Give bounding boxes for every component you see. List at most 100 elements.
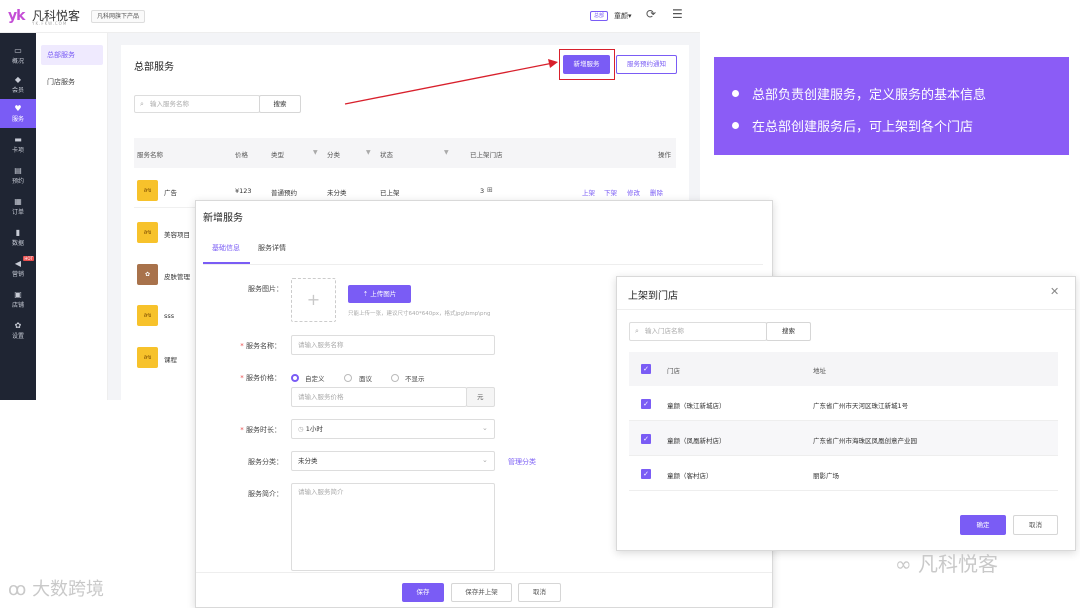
duration-select[interactable]: ◷ 1小时	[291, 419, 495, 439]
col-header-store: 门店	[667, 367, 680, 375]
service-name-input[interactable]: 请输入服务名称	[291, 335, 495, 355]
service-name: 皮肤管理	[164, 273, 190, 281]
store-name: 童颜（客村店）	[667, 472, 713, 480]
tabs-divider	[203, 264, 763, 265]
info-line: 总部负责创建服务，定义服务的基本信息	[732, 84, 986, 103]
table-header	[134, 138, 676, 168]
nav-item-members[interactable]: ◆ 会员	[0, 70, 36, 99]
tab-basic-info[interactable]: 基础信息	[212, 243, 240, 253]
col-header-price: 价格	[235, 151, 248, 159]
close-icon[interactable]: ✕	[1050, 285, 1059, 298]
plus-icon: +	[306, 290, 321, 309]
nav-item-settings[interactable]: ✿ 设置	[0, 316, 36, 345]
price-label: * 服务价格：	[201, 373, 281, 383]
service-price-input[interactable]: 请输入服务价格	[291, 387, 467, 407]
col-header-name: 服务名称	[137, 151, 163, 159]
hot-badge: HOT	[23, 256, 34, 261]
nav-item-data[interactable]: ▮ 数据	[0, 223, 36, 252]
price-unit: 元	[466, 387, 495, 407]
nav-label: 会员	[11, 87, 24, 94]
store-selector[interactable]: 凡科网旗下产品	[91, 10, 146, 23]
manage-category-link[interactable]: 管理分类	[508, 457, 536, 467]
nav-item-marketing[interactable]: HOT ◀ 营销	[0, 254, 36, 283]
nav-label: 店铺	[11, 302, 24, 309]
category-label: 服务分类：	[248, 458, 283, 466]
service-status: 已上架	[380, 189, 400, 197]
user-name: 童颜	[614, 12, 628, 20]
subnav-item-store-services[interactable]: 门店服务	[41, 72, 103, 92]
delete-link[interactable]: 删除	[650, 187, 663, 197]
left-nav: ▭ 概况 ◆ 会员 ♥ 服务 ▬ 卡项 ▤ 预约 ▦ 订单 ▮ 数据 HOT ◀ 营销 ▣ 店铺 ✿…	[0, 33, 36, 400]
bullet-icon	[732, 90, 739, 97]
service-thumbnail: ลข	[137, 180, 158, 201]
service-name: 课程	[164, 356, 177, 364]
nav-item-shop[interactable]: ▣ 店铺	[0, 285, 36, 314]
nav-label: 设置	[11, 333, 24, 340]
add-service-button[interactable]: 新增服务	[563, 55, 610, 74]
clock-icon: ◷	[298, 425, 306, 433]
store-checkbox[interactable]: ✓	[641, 399, 651, 409]
nav-item-booking[interactable]: ▤ 预约	[0, 161, 36, 190]
store-name: 童颜（珠江新城店）	[667, 402, 726, 410]
booking-notify-button[interactable]: 服务预约通知	[616, 55, 677, 74]
radio-hidden[interactable]	[391, 374, 399, 382]
store-search-input[interactable]: ⌕ 输入门店名称	[629, 322, 767, 341]
service-name: sss	[164, 312, 175, 320]
cancel-button[interactable]: 取消	[1013, 515, 1058, 535]
col-header-type: 类型	[271, 151, 284, 159]
user-menu[interactable]: 童颜▾	[614, 11, 632, 21]
nav-item-services[interactable]: ♥ 服务	[0, 99, 36, 128]
menu-icon[interactable]: ☰	[672, 7, 683, 21]
nav-label: 订单	[11, 209, 24, 216]
unshelve-link[interactable]: 下架	[604, 187, 617, 197]
save-button[interactable]: 保存	[402, 583, 444, 602]
nav-item-cards[interactable]: ▬ 卡项	[0, 130, 36, 159]
nav-item-orders[interactable]: ▦ 订单	[0, 192, 36, 221]
sub-nav: 总部服务 门店服务	[36, 33, 108, 400]
select-all-checkbox[interactable]: ✓	[641, 364, 651, 374]
image-label: 服务图片：	[248, 285, 283, 293]
diamond-icon: ◆	[14, 75, 22, 84]
search-placeholder: 输入门店名称	[645, 327, 684, 335]
service-search-input[interactable]: ⌕ 输入服务名称	[134, 95, 260, 113]
modal-header-divider	[617, 309, 1075, 310]
search-button[interactable]: 搜索	[259, 95, 301, 113]
subnav-item-hq-services[interactable]: 总部服务	[41, 45, 103, 65]
nav-label: 营销	[11, 271, 24, 278]
filter-icon[interactable]: ▼	[366, 149, 371, 156]
service-thumbnail: ลข	[137, 305, 158, 326]
top-bar: yk 凡科悦客 YK.FKW.COM 凡科网旗下产品 总部 童颜▾ ⟳ ☰	[0, 0, 700, 33]
edit-link[interactable]: 修改	[627, 187, 640, 197]
image-upload-box[interactable]: +	[291, 278, 336, 322]
chevron-down-icon: ⌄	[482, 456, 488, 464]
store-name: 童颜（凤凰新村店）	[667, 437, 726, 445]
confirm-button[interactable]: 确定	[960, 515, 1006, 535]
nav-label: 数据	[11, 240, 24, 247]
store-search-button[interactable]: 搜索	[766, 322, 811, 341]
tab-service-detail[interactable]: 服务详情	[258, 243, 286, 253]
radio-custom-price[interactable]	[291, 374, 299, 382]
qr-icon[interactable]: ⊞	[487, 186, 493, 194]
save-and-shelve-button[interactable]: 保存并上架	[451, 583, 512, 602]
page-title: 总部服务	[134, 62, 174, 73]
label-text: 服务价格：	[246, 374, 281, 382]
category-select[interactable]: 未分类	[291, 451, 495, 471]
upload-image-button[interactable]: ⇡ 上传图片	[348, 285, 411, 303]
store-checkbox[interactable]: ✓	[641, 469, 651, 479]
shop-icon: ▣	[14, 290, 22, 299]
nav-item-overview[interactable]: ▭ 概况	[0, 41, 36, 70]
card-icon: ▬	[14, 135, 22, 144]
filter-icon[interactable]: ▼	[444, 149, 449, 156]
store-address: 丽影广场	[813, 472, 839, 480]
store-checkbox[interactable]: ✓	[641, 434, 651, 444]
info-line: 在总部创建服务后，可上架到各个门店	[732, 116, 973, 135]
service-intro-textarea[interactable]: 请输入服务简介	[291, 483, 495, 571]
heart-icon: ♥	[14, 104, 22, 113]
filter-icon[interactable]: ▼	[313, 149, 318, 156]
refresh-icon[interactable]: ⟳	[646, 7, 656, 21]
cancel-button[interactable]: 取消	[518, 583, 561, 602]
col-header-category: 分类	[327, 151, 340, 159]
radio-negotiable[interactable]	[344, 374, 352, 382]
service-name: 美容项目	[164, 231, 190, 239]
shelve-link[interactable]: 上架	[582, 187, 595, 197]
